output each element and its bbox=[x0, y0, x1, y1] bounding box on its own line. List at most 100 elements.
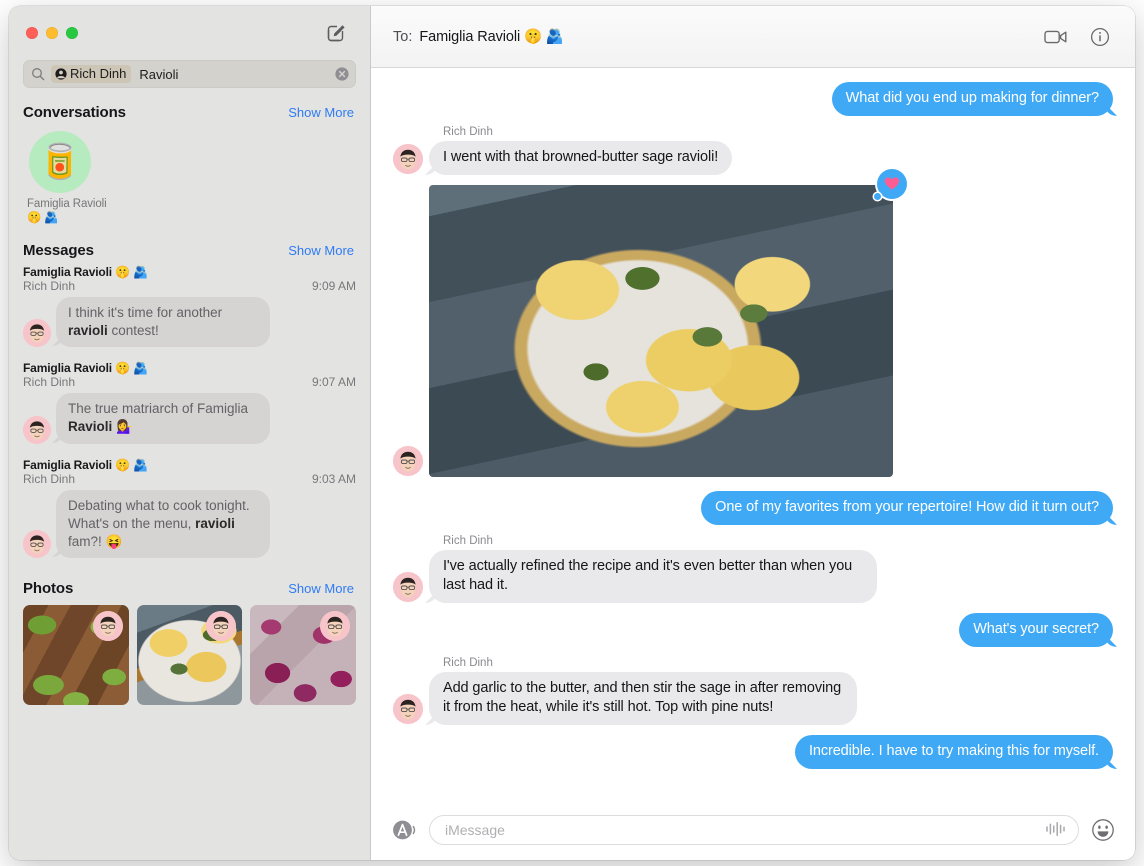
photos-section-header: Photos Show More bbox=[9, 570, 370, 601]
avatar bbox=[23, 416, 51, 444]
photo-image bbox=[429, 184, 893, 477]
message-result-text: The true matriarch of Famiglia Ravioli 💁… bbox=[56, 393, 270, 444]
message-row-outgoing: Incredible. I have to try making this fo… bbox=[393, 735, 1113, 769]
app-store-icon[interactable] bbox=[391, 817, 417, 843]
message-result-body: The true matriarch of Famiglia Ravioli 💁… bbox=[23, 393, 356, 444]
minimize-button[interactable] bbox=[46, 27, 58, 39]
message-column: Rich Dinh Add garlic to the butter, and … bbox=[429, 656, 857, 726]
message-column: Rich Dinh I went with that browned-butte… bbox=[429, 125, 733, 175]
conversations-show-more[interactable]: Show More bbox=[288, 105, 354, 120]
message-sender-name: Rich Dinh bbox=[443, 534, 493, 547]
sidebar-titlebar bbox=[9, 6, 370, 60]
photo-attachment[interactable] bbox=[429, 168, 907, 477]
message-row-incoming: Rich Dinh I've actually refined the reci… bbox=[393, 534, 1113, 604]
avatar bbox=[23, 319, 51, 348]
message-bubble-incoming: Add garlic to the butter, and then stir … bbox=[429, 671, 857, 726]
search-container: Rich Dinh Ravioli bbox=[9, 60, 370, 98]
compose-icon[interactable] bbox=[326, 22, 348, 44]
recipient-name[interactable]: Famiglia Ravioli 🤫 🫂 bbox=[419, 28, 564, 45]
message-result-text: I think it's time for another ravioli co… bbox=[56, 296, 270, 348]
message-result-body: Debating what to cook tonight. What's on… bbox=[23, 490, 356, 559]
avatar bbox=[393, 694, 423, 725]
conversations-list: 🥫 Famiglia Ravioli 🤫 🫂 bbox=[9, 125, 370, 236]
message-row-outgoing: One of my favorites from your repertoire… bbox=[393, 490, 1113, 525]
message-result-chat-line: Famiglia Ravioli 🤫 🫂 bbox=[23, 458, 356, 472]
avatar bbox=[393, 445, 423, 476]
message-bubble-outgoing: One of my favorites from your repertoire… bbox=[701, 490, 1113, 525]
photo-thumbnail-1[interactable] bbox=[136, 605, 243, 706]
search-icon bbox=[31, 67, 45, 81]
message-result-meta-line: Rich Dinh 9:07 AM bbox=[23, 375, 356, 389]
to-label: To: bbox=[393, 28, 413, 45]
message-column: Rich Dinh I've actually refined the reci… bbox=[429, 534, 877, 604]
photos-grid bbox=[9, 601, 370, 706]
message-result-2[interactable]: Famiglia Ravioli 🤫 🫂 Rich Dinh 9:03 AM D… bbox=[9, 456, 370, 570]
search-input[interactable]: Rich Dinh Ravioli bbox=[23, 60, 356, 88]
video-camera-icon[interactable] bbox=[1043, 24, 1069, 50]
message-result-sender: Rich Dinh bbox=[23, 375, 76, 390]
search-query-text[interactable]: Ravioli bbox=[137, 67, 329, 82]
message-result-chat-name: Famiglia Ravioli 🤫 🫂 bbox=[23, 361, 148, 376]
conversation-name: Famiglia Ravioli 🤫 🫂 bbox=[27, 198, 107, 225]
message-result-chat-line: Famiglia Ravioli 🤫 🫂 bbox=[23, 265, 356, 279]
avatar bbox=[320, 611, 351, 642]
message-result-sender: Rich Dinh bbox=[23, 472, 76, 486]
info-circle-icon[interactable] bbox=[1087, 24, 1113, 50]
photo-thumbnail-2[interactable] bbox=[250, 605, 357, 706]
conversations-section-header: Conversations Show More bbox=[9, 98, 370, 125]
chat-header: To: Famiglia Ravioli 🤫 🫂 bbox=[371, 6, 1135, 68]
photo-thumbnail-0[interactable] bbox=[23, 605, 129, 706]
zoom-button[interactable] bbox=[66, 27, 78, 39]
message-result-chat-line: Famiglia Ravioli 🤫 🫂 bbox=[23, 361, 356, 375]
avatar bbox=[92, 611, 123, 642]
close-button[interactable] bbox=[26, 27, 38, 39]
composer-bar: iMessage bbox=[371, 804, 1135, 860]
tomato-can-icon: 🥫 bbox=[38, 143, 82, 181]
message-row-outgoing: What did you end up making for dinner? bbox=[393, 82, 1113, 116]
avatar bbox=[206, 611, 237, 642]
photos-show-more[interactable]: Show More bbox=[288, 581, 354, 596]
conversation-item-famiglia-ravioli[interactable]: 🥫 Famiglia Ravioli 🤫 🫂 bbox=[9, 131, 107, 226]
clear-search-icon[interactable] bbox=[335, 67, 349, 81]
message-bubble-outgoing: What's your secret? bbox=[959, 613, 1113, 647]
imessage-placeholder: iMessage bbox=[445, 822, 505, 838]
message-bubble-incoming: I went with that browned-butter sage rav… bbox=[429, 140, 733, 175]
message-bubble-outgoing: What did you end up making for dinner? bbox=[831, 82, 1113, 116]
message-row-incoming: Rich Dinh Add garlic to the butter, and … bbox=[393, 656, 1113, 726]
message-result-1[interactable]: Famiglia Ravioli 🤫 🫂 Rich Dinh 9:07 AM T… bbox=[9, 359, 370, 456]
message-result-meta-line: Rich Dinh 9:03 AM bbox=[23, 472, 356, 486]
message-result-time: 9:03 AM bbox=[311, 472, 356, 486]
messages-show-more[interactable]: Show More bbox=[288, 243, 354, 258]
message-thread: What did you end up making for dinner? R… bbox=[371, 68, 1135, 804]
photos-title: Photos bbox=[23, 580, 74, 598]
messages-window: Rich Dinh Ravioli Conversations Show Mor… bbox=[9, 6, 1135, 860]
sidebar: Rich Dinh Ravioli Conversations Show Mor… bbox=[9, 6, 371, 860]
audio-waveform-icon[interactable] bbox=[1044, 821, 1066, 839]
message-result-time: 9:09 AM bbox=[311, 278, 356, 293]
person-circle-icon bbox=[55, 67, 67, 80]
conversations-title: Conversations bbox=[23, 104, 126, 121]
message-result-meta-line: Rich Dinh 9:09 AM bbox=[23, 279, 356, 293]
tapback-heart-icon[interactable] bbox=[874, 168, 907, 200]
imessage-input[interactable]: iMessage bbox=[429, 815, 1079, 845]
message-sender-name: Rich Dinh bbox=[443, 125, 493, 138]
message-result-chat-name: Famiglia Ravioli 🤫 🫂 bbox=[23, 458, 148, 472]
message-result-text: Debating what to cook tonight. What's on… bbox=[56, 490, 270, 559]
message-row-photo-attachment bbox=[393, 168, 1113, 477]
message-row-outgoing: What's your secret? bbox=[393, 613, 1113, 647]
message-result-chat-name: Famiglia Ravioli 🤫 🫂 bbox=[23, 264, 148, 279]
message-result-0[interactable]: Famiglia Ravioli 🤫 🫂 Rich Dinh 9:09 AM I… bbox=[9, 263, 370, 360]
avatar bbox=[393, 572, 423, 603]
traffic-lights bbox=[26, 27, 78, 39]
message-sender-name: Rich Dinh bbox=[443, 656, 493, 669]
search-token-label: Rich Dinh bbox=[70, 66, 127, 81]
avatar bbox=[393, 143, 423, 174]
smiley-face-icon[interactable] bbox=[1091, 818, 1115, 842]
sidebar-results: Conversations Show More 🥫 Famiglia Ravio… bbox=[9, 98, 370, 860]
message-bubble-outgoing: Incredible. I have to try making this fo… bbox=[794, 735, 1113, 769]
message-result-sender: Rich Dinh bbox=[23, 278, 76, 293]
messages-section-header: Messages Show More bbox=[9, 236, 370, 263]
conversation-pane: To: Famiglia Ravioli 🤫 🫂 What did you en… bbox=[371, 6, 1135, 860]
search-token-rich-dinh[interactable]: Rich Dinh bbox=[51, 65, 132, 83]
message-result-body: I think it's time for another ravioli co… bbox=[23, 296, 356, 348]
